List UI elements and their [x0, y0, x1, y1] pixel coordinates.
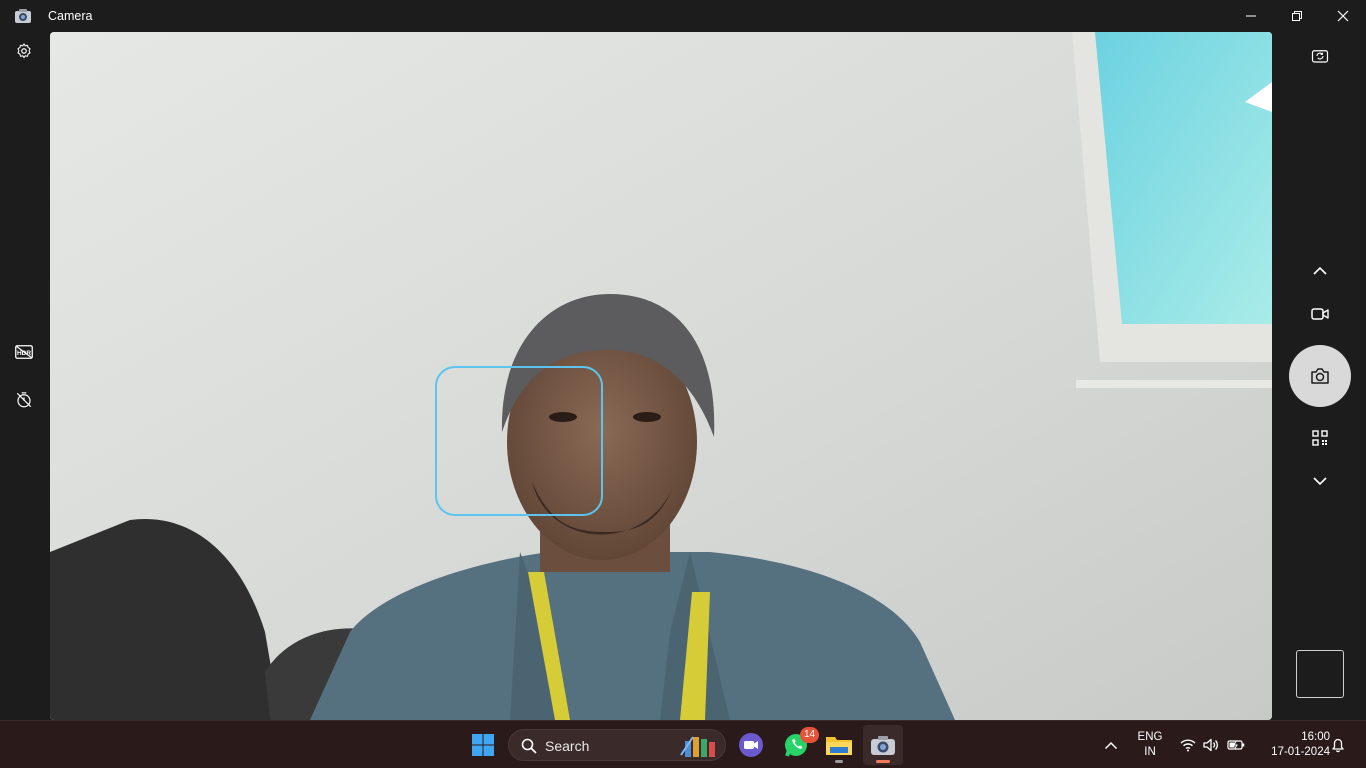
meet-app[interactable] [731, 725, 771, 765]
taskbar: Search 14 ENG IN 16:00 17-01-2024 [0, 720, 1366, 768]
restore-icon [1292, 11, 1302, 21]
start-button[interactable] [463, 725, 503, 765]
volume-icon [1203, 738, 1218, 752]
camera-feed-image [50, 32, 1272, 720]
volume-button[interactable] [1201, 735, 1221, 755]
running-indicator [835, 760, 843, 763]
close-button[interactable] [1320, 0, 1366, 32]
left-toolbar: HDR [0, 32, 49, 720]
wifi-icon [1180, 739, 1196, 752]
close-icon [1337, 10, 1349, 22]
settings-button[interactable] [9, 36, 39, 66]
video-meeting-icon [739, 733, 763, 757]
scan-mode-button[interactable] [1305, 423, 1335, 453]
clock-date: 17-01-2024 [1271, 746, 1330, 758]
switch-camera-icon [1311, 50, 1329, 63]
search-icon [521, 738, 537, 754]
camera-app-icon [14, 8, 32, 24]
notifications-button[interactable] [1328, 735, 1348, 755]
qr-code-icon [1312, 430, 1328, 446]
video-mode-button[interactable] [1305, 299, 1335, 329]
folder-icon [826, 737, 852, 755]
camera-app-icon [871, 736, 895, 755]
hdr-toggle[interactable]: HDR [9, 337, 39, 367]
taskbar-search[interactable]: Search [508, 729, 726, 761]
timer-off-icon [16, 392, 32, 408]
clock-time: 16:00 [1301, 731, 1330, 743]
timer-toggle[interactable] [9, 385, 39, 415]
camera-icon [1311, 368, 1329, 384]
mode-up-button[interactable] [1305, 256, 1335, 286]
chevron-down-icon [1313, 477, 1327, 486]
file-explorer-app[interactable] [819, 725, 859, 765]
network-button[interactable] [1178, 735, 1198, 755]
active-indicator [876, 760, 890, 763]
battery-icon [1227, 740, 1245, 750]
whatsapp-app[interactable]: 14 [776, 725, 820, 765]
app-title: Camera [48, 9, 93, 23]
restore-button[interactable] [1274, 0, 1320, 32]
search-placeholder: Search [545, 738, 590, 754]
windows-start-icon [472, 734, 494, 756]
chevron-up-icon [1313, 266, 1327, 275]
notification-badge: 14 [800, 727, 820, 743]
camera-app[interactable] [863, 725, 903, 765]
chevron-up-icon [1104, 741, 1118, 749]
language-indicator[interactable]: ENG IN [1136, 730, 1164, 760]
taskbar-clock[interactable]: 16:00 17-01-2024 [1254, 730, 1330, 760]
title-bar: Camera [0, 0, 1366, 32]
hdr-off-icon: HDR [15, 345, 33, 359]
language-code: ENG [1137, 731, 1163, 743]
face-focus-indicator [435, 366, 603, 516]
minimize-button[interactable] [1228, 0, 1274, 32]
photo-shutter-button[interactable] [1289, 345, 1351, 407]
camera-preview[interactable] [50, 32, 1272, 720]
switch-camera-button[interactable] [1305, 41, 1335, 71]
show-hidden-icons-button[interactable] [1101, 735, 1121, 755]
battery-button[interactable] [1226, 735, 1246, 755]
search-highlight-icon [680, 736, 715, 757]
gear-icon [17, 43, 31, 59]
mode-down-button[interactable] [1305, 466, 1335, 496]
minimize-icon [1246, 15, 1256, 17]
language-region: IN [1144, 746, 1156, 758]
notification-bell-icon [1332, 738, 1344, 753]
video-camera-icon [1311, 308, 1329, 320]
last-capture-thumbnail[interactable] [1296, 650, 1344, 698]
